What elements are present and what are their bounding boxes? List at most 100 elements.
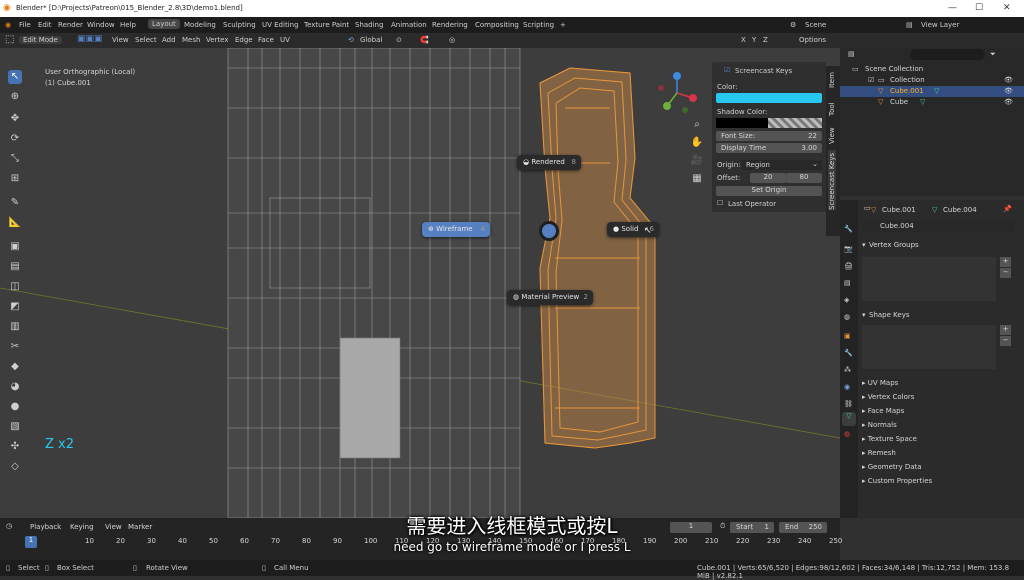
tab-texture-paint[interactable]: Texture Paint xyxy=(304,21,349,29)
texture-space-header[interactable]: ▸ Texture Space xyxy=(862,435,917,443)
tab-compositing[interactable]: Compositing xyxy=(475,21,519,29)
shear-tool-icon[interactable]: ◇ xyxy=(8,460,22,474)
visibility-eye-icon[interactable]: 👁 xyxy=(1004,98,1013,106)
offset-y-field[interactable]: 80 xyxy=(786,173,822,183)
scale-tool-icon[interactable]: ⤡ xyxy=(8,152,22,166)
menu-window[interactable]: Window xyxy=(87,21,115,29)
edge-slide-tool-icon[interactable]: ▧ xyxy=(8,420,22,434)
zoom-icon[interactable]: ⌕ xyxy=(690,118,704,132)
modifier-tab-icon[interactable]: 🔧 xyxy=(844,349,853,357)
menu-view[interactable]: View xyxy=(112,36,129,44)
material-tab-icon[interactable]: ◍ xyxy=(844,430,850,438)
tab-animation[interactable]: Animation xyxy=(391,21,427,29)
collection-checkbox-icon[interactable]: ☑ xyxy=(868,76,874,84)
sidebar-tab-screencast-keys[interactable]: Screencast Keys xyxy=(828,150,836,210)
font-size-field[interactable]: Font Size: 22 xyxy=(716,131,822,141)
properties-pin-icon[interactable]: ▭ xyxy=(864,204,871,212)
move-tool-icon[interactable]: ✥ xyxy=(8,112,22,126)
outliner-editor-icon[interactable]: ▤ xyxy=(848,50,855,58)
add-vertex-group-button[interactable]: + xyxy=(1000,257,1011,267)
menu-render[interactable]: Render xyxy=(58,21,83,29)
scene-tab-icon[interactable]: ◈ xyxy=(844,296,849,304)
outliner-cube-label[interactable]: Cube xyxy=(890,98,908,106)
world-tab-icon[interactable]: ◍ xyxy=(844,313,850,321)
menu-help[interactable]: Help xyxy=(120,21,136,29)
offset-x-field[interactable]: 20 xyxy=(750,173,786,183)
axis-y-toggle[interactable]: Y xyxy=(752,36,756,44)
breadcrumb-mesh[interactable]: Cube.004 xyxy=(943,206,977,214)
breadcrumb-object[interactable]: Cube.001 xyxy=(882,206,916,214)
spin-tool-icon[interactable]: ◕ xyxy=(8,380,22,394)
render-tab-icon[interactable]: 📷 xyxy=(844,245,853,253)
maximize-icon[interactable]: ☐ xyxy=(975,3,983,13)
cursor-tool-icon[interactable]: ⊕ xyxy=(8,90,22,104)
tab-uv-editing[interactable]: UV Editing xyxy=(262,21,299,29)
poly-build-tool-icon[interactable]: ◆ xyxy=(8,360,22,374)
menu-face[interactable]: Face xyxy=(258,36,274,44)
annotate-tool-icon[interactable]: ✎ xyxy=(8,196,22,210)
pie-rendered[interactable]: ◒ Rendered 8 xyxy=(517,155,581,170)
custom-properties-header[interactable]: ▸ Custom Properties xyxy=(862,477,932,485)
rotate-tool-icon[interactable]: ⟳ xyxy=(8,132,22,146)
inset-tool-icon[interactable]: ◫ xyxy=(8,280,22,294)
origin-select[interactable]: Region ⌄ xyxy=(742,160,822,170)
minimize-icon[interactable]: — xyxy=(948,3,957,13)
visibility-eye-icon[interactable]: 👁 xyxy=(1004,87,1013,95)
last-operator-checkbox[interactable]: ☐ xyxy=(717,199,723,207)
knife-tool-icon[interactable]: ✂ xyxy=(8,340,22,354)
add-shape-key-button[interactable]: + xyxy=(1000,325,1011,335)
axis-x-toggle[interactable]: X xyxy=(741,36,746,44)
add-cube-tool-icon[interactable]: ▣ xyxy=(8,240,22,254)
physics-tab-icon[interactable]: ◉ xyxy=(844,383,850,391)
constraints-tab-icon[interactable]: ⛓ xyxy=(844,400,853,408)
sidebar-tab-tool[interactable]: Tool xyxy=(828,96,836,116)
editor-type-icon[interactable]: ⬚ xyxy=(5,34,14,45)
blender-menu-icon[interactable]: ◉ xyxy=(5,21,11,29)
mode-selector[interactable]: Edit Mode xyxy=(19,36,62,44)
tab-layout[interactable]: Layout xyxy=(148,19,180,29)
outliner-search-input[interactable] xyxy=(910,49,985,60)
pie-wireframe[interactable]: ⊕ Wireframe 4 xyxy=(422,222,490,237)
loop-cut-tool-icon[interactable]: ▥ xyxy=(8,320,22,334)
menu-select[interactable]: Select xyxy=(135,36,157,44)
select-mode-icons[interactable]: ▣▣▣ xyxy=(77,34,103,44)
vertex-colors-header[interactable]: ▸ Vertex Colors xyxy=(862,393,914,401)
object-tab-icon[interactable]: ▣ xyxy=(844,332,851,340)
tab-scripting[interactable]: Scripting xyxy=(523,21,554,29)
view-layer-tab-icon[interactable]: ▤ xyxy=(844,279,851,287)
geometry-data-header[interactable]: ▸ Geometry Data xyxy=(862,463,922,471)
shadow-color-swatch[interactable] xyxy=(716,118,768,128)
shape-keys-list[interactable] xyxy=(862,325,996,369)
remesh-header[interactable]: ▸ Remesh xyxy=(862,449,896,457)
transform-tool-icon[interactable]: ⊞ xyxy=(8,172,22,186)
face-maps-header[interactable]: ▸ Face Maps xyxy=(862,407,904,415)
output-tab-icon[interactable]: 🖨 xyxy=(844,262,853,270)
tab-rendering[interactable]: Rendering xyxy=(432,21,468,29)
options-dropdown[interactable]: Options xyxy=(799,36,826,44)
normals-header[interactable]: ▸ Normals xyxy=(862,421,897,429)
mesh-data-tab-icon[interactable]: ▽ xyxy=(842,412,856,426)
axis-z-toggle[interactable]: Z xyxy=(763,36,768,44)
remove-shape-key-button[interactable]: − xyxy=(1000,336,1011,346)
display-time-field[interactable]: Display Time 3.00 xyxy=(716,143,822,153)
transform-orientation-select[interactable]: Global xyxy=(360,36,382,44)
menu-edge[interactable]: Edge xyxy=(235,36,253,44)
navigation-gizmo[interactable] xyxy=(655,68,700,118)
menu-file[interactable]: File xyxy=(19,21,31,29)
outliner-cube-001-label[interactable]: Cube.001 xyxy=(890,87,924,95)
collection-label[interactable]: Collection xyxy=(890,76,925,84)
close-icon[interactable]: ✕ xyxy=(1003,3,1011,13)
snap-icon[interactable]: 🧲 xyxy=(420,36,429,44)
sidebar-tab-view[interactable]: View xyxy=(828,124,836,144)
particles-tab-icon[interactable]: ⁂ xyxy=(844,366,851,374)
pie-material-preview[interactable]: ◍ Material Preview 2 xyxy=(507,290,593,305)
select-box-tool-icon[interactable]: ↖ xyxy=(8,70,22,84)
menu-edit[interactable]: Edit xyxy=(38,21,52,29)
set-origin-button[interactable]: Set Origin xyxy=(716,186,822,196)
tool-tab-icon[interactable]: 🔧 xyxy=(844,225,853,233)
remove-vertex-group-button[interactable]: − xyxy=(1000,268,1011,278)
vertex-groups-list[interactable] xyxy=(862,257,996,301)
camera-icon[interactable]: 🎥 xyxy=(690,154,704,168)
view-layer-selector[interactable]: View Layer xyxy=(921,21,959,29)
smooth-tool-icon[interactable]: ● xyxy=(8,400,22,414)
